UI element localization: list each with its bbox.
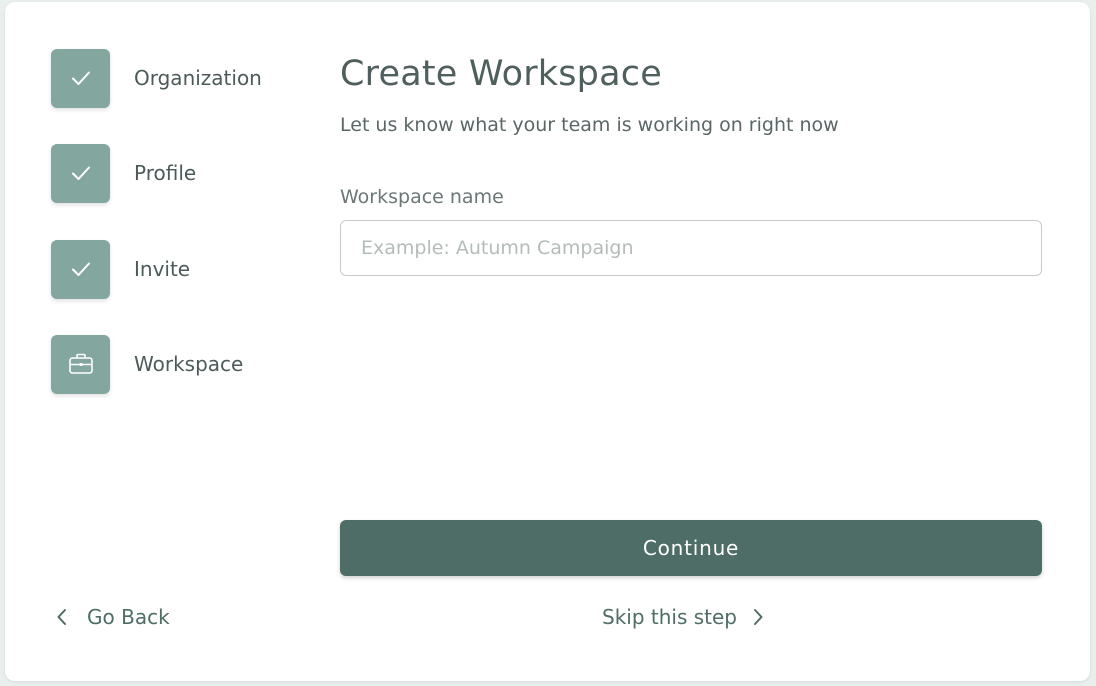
- step-label: Invite: [134, 257, 191, 281]
- chevron-left-icon: [57, 609, 66, 625]
- step-organization-badge: [51, 48, 110, 108]
- page-title: Create Workspace: [340, 54, 662, 94]
- step-organization[interactable]: Organization: [51, 48, 291, 108]
- step-workspace[interactable]: Workspace: [51, 334, 291, 394]
- continue-button[interactable]: Continue: [340, 520, 1042, 576]
- workspace-name-input[interactable]: [340, 220, 1042, 276]
- step-label: Workspace: [134, 352, 244, 376]
- briefcase-icon: [68, 353, 93, 374]
- chevron-right-icon: [754, 609, 763, 625]
- create-workspace-dialog: Organization Profile Invite Workspace Cr…: [5, 2, 1090, 681]
- step-label: Organization: [134, 66, 262, 90]
- check-icon: [71, 166, 90, 180]
- skip-step-label: Skip this step: [602, 605, 737, 629]
- go-back-link[interactable]: Go Back: [55, 602, 170, 632]
- step-profile[interactable]: Profile: [51, 143, 291, 203]
- step-profile-badge: [51, 143, 110, 203]
- step-workspace-badge: [51, 334, 110, 394]
- step-invite-badge: [51, 239, 110, 299]
- go-back-label: Go Back: [87, 605, 170, 629]
- skip-step-link[interactable]: Skip this step: [602, 602, 765, 632]
- workspace-name-label: Workspace name: [340, 186, 504, 208]
- step-label: Profile: [134, 161, 197, 185]
- page-subtitle: Let us know what your team is working on…: [340, 114, 839, 136]
- check-icon: [71, 262, 90, 276]
- check-icon: [71, 71, 90, 85]
- step-invite[interactable]: Invite: [51, 239, 291, 299]
